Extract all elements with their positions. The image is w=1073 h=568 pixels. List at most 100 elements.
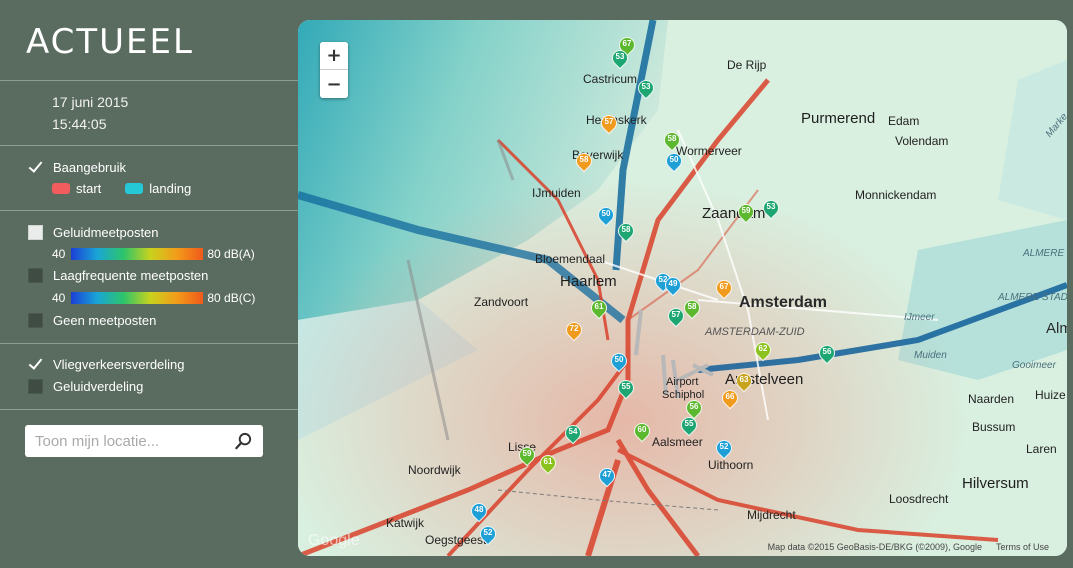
scale-max: 80 dB(C) [207,291,256,305]
low-frequency-posts-label: Laagfrequente meetposten [53,268,209,283]
place-label: ALMERE STAD [998,292,1067,303]
place-label: Castricum [583,72,638,86]
noise-distribution-label: Geluidverdeling [53,379,144,394]
runway-legend: start landing [52,181,191,196]
noise-post-pin[interactable]: 50 [662,149,686,175]
noise-post-pin[interactable]: 50 [594,203,618,229]
place-label: Zandvoort [474,295,529,309]
noise-post-pin[interactable]: 72 [562,318,586,344]
noise-post-pin[interactable]: 61 [587,296,611,322]
location-search-input[interactable] [35,432,234,450]
noise-post-pin[interactable]: 49 [661,273,685,299]
google-logo: Google [308,532,360,549]
location-search [25,425,263,457]
noise-post-pin[interactable]: 58 [614,219,638,245]
place-label: Bloemendaal [535,252,606,266]
start-swatch [52,183,70,194]
attribution-text: Map data ©2015 GeoBasis-DE/BKG (©2009), … [767,542,982,552]
place-label: Bussum [972,420,1016,434]
noise-post-pin[interactable]: 55 [677,413,701,439]
noise-post-pin[interactable]: 59 [734,200,758,226]
place-label: IJmeer [904,312,935,323]
place-label: Zaandam [702,205,766,222]
current-date: 17 juni 2015 [52,94,129,110]
checkbox-unchecked-icon[interactable] [28,268,43,283]
noise-gradient-bar [71,248,204,260]
checkbox-checked-icon[interactable] [28,357,43,372]
place-label: Gooimeer [1012,360,1056,371]
place-label: ALMERE [1023,248,1065,259]
divider [0,343,298,344]
place-label: Laren [1026,442,1057,456]
place-label: Volendam [895,134,949,148]
noise-post-pin[interactable]: 56 [815,341,839,367]
legend-start-label: start [76,181,102,196]
no-posts-toggle[interactable]: Geen meetposten [28,313,156,328]
scale-min: 40 [52,247,66,261]
noise-post-pin[interactable]: 59 [515,443,539,469]
noise-post-pin[interactable]: 53 [634,76,658,102]
no-posts-label: Geen meetposten [53,313,157,328]
noise-distribution-toggle[interactable]: Geluidverdeling [28,379,143,394]
noise-map[interactable]: + − De Rijp Castricum Heemskerk Beverwij… [298,20,1067,556]
noise-post-pin[interactable]: 47 [595,464,619,490]
noise-posts-toggle[interactable]: Geluidmeetposten [28,225,159,240]
noise-post-pin[interactable]: 60 [630,419,654,445]
place-label: Monnickendam [855,188,937,202]
place-label: De Rijp [727,58,767,72]
place-label: Mijdrecht [747,508,796,522]
noise-post-pin[interactable]: 50 [607,349,631,375]
noise-post-pin[interactable]: 58 [572,149,596,175]
place-label: Loosdrecht [889,492,949,506]
noise-post-pin[interactable]: 53 [759,196,783,222]
app-title: ACTUEEL [26,22,194,62]
noise-post-pin[interactable]: 53 [608,46,632,72]
checkbox-unchecked-icon[interactable] [28,379,43,394]
noise-post-pin[interactable]: 66 [718,386,742,412]
place-label: Naarden [968,392,1015,406]
place-label: Wormerveer [676,144,742,158]
flight-distribution-toggle[interactable]: Vliegverkeersverdeling [28,357,185,372]
search-icon[interactable] [234,431,253,451]
noise-post-pin[interactable]: 57 [664,304,688,330]
noise-post-pin[interactable]: 55 [614,376,638,402]
noise-scale: 40 80 dB(A) [52,247,255,261]
noise-post-pin[interactable]: 52 [476,522,500,548]
landing-swatch [125,183,144,194]
low-frequency-scale: 40 80 dB(C) [52,291,255,305]
noise-post-pin[interactable]: 63 [732,369,756,395]
noise-post-pin[interactable]: 62 [751,338,775,364]
place-label: Muiden [914,350,947,361]
noise-post-pin[interactable]: 58 [660,128,684,154]
zoom-in-button[interactable]: + [320,42,348,70]
sidebar: ACTUEEL 17 juni 2015 15:44:05 Baangebrui… [0,0,298,568]
place-label: Noordwijk [408,463,461,477]
legend-landing-label: landing [149,181,192,196]
place-label: Airport [666,376,699,388]
noise-post-pin[interactable]: 57 [597,111,621,137]
low-frequency-posts-toggle[interactable]: Laagfrequente meetposten [28,268,208,283]
zoom-out-button[interactable]: − [320,70,348,98]
place-label: Huize [1035,388,1066,402]
noise-post-pin[interactable]: 52 [712,436,736,462]
current-time: 15:44:05 [52,116,107,132]
place-label: Haarlem [560,273,617,290]
map-attribution: Map data ©2015 GeoBasis-DE/BKG (©2009), … [768,542,1049,552]
divider [0,210,298,211]
noise-posts-label: Geluidmeetposten [53,225,159,240]
noise-post-pin[interactable]: 58 [680,296,704,322]
divider [0,145,298,146]
place-label: Alm [1046,320,1067,337]
noise-post-pin[interactable]: 67 [712,276,736,302]
place-label: Hilversum [962,475,1029,492]
runway-use-toggle[interactable]: Baangebruik [28,160,126,175]
noise-post-pin[interactable]: 54 [561,421,585,447]
place-label: Oegstgeest [425,533,487,547]
noise-post-pin[interactable]: 48 [467,499,491,525]
checkbox-unchecked-icon[interactable] [28,313,43,328]
checkbox-unchecked-icon[interactable] [28,225,43,240]
flight-distribution-label: Vliegverkeersverdeling [53,357,185,372]
checkbox-checked-icon[interactable] [28,160,43,175]
terms-link[interactable]: Terms of Use [996,542,1049,552]
noise-post-pin[interactable]: 61 [536,451,560,477]
